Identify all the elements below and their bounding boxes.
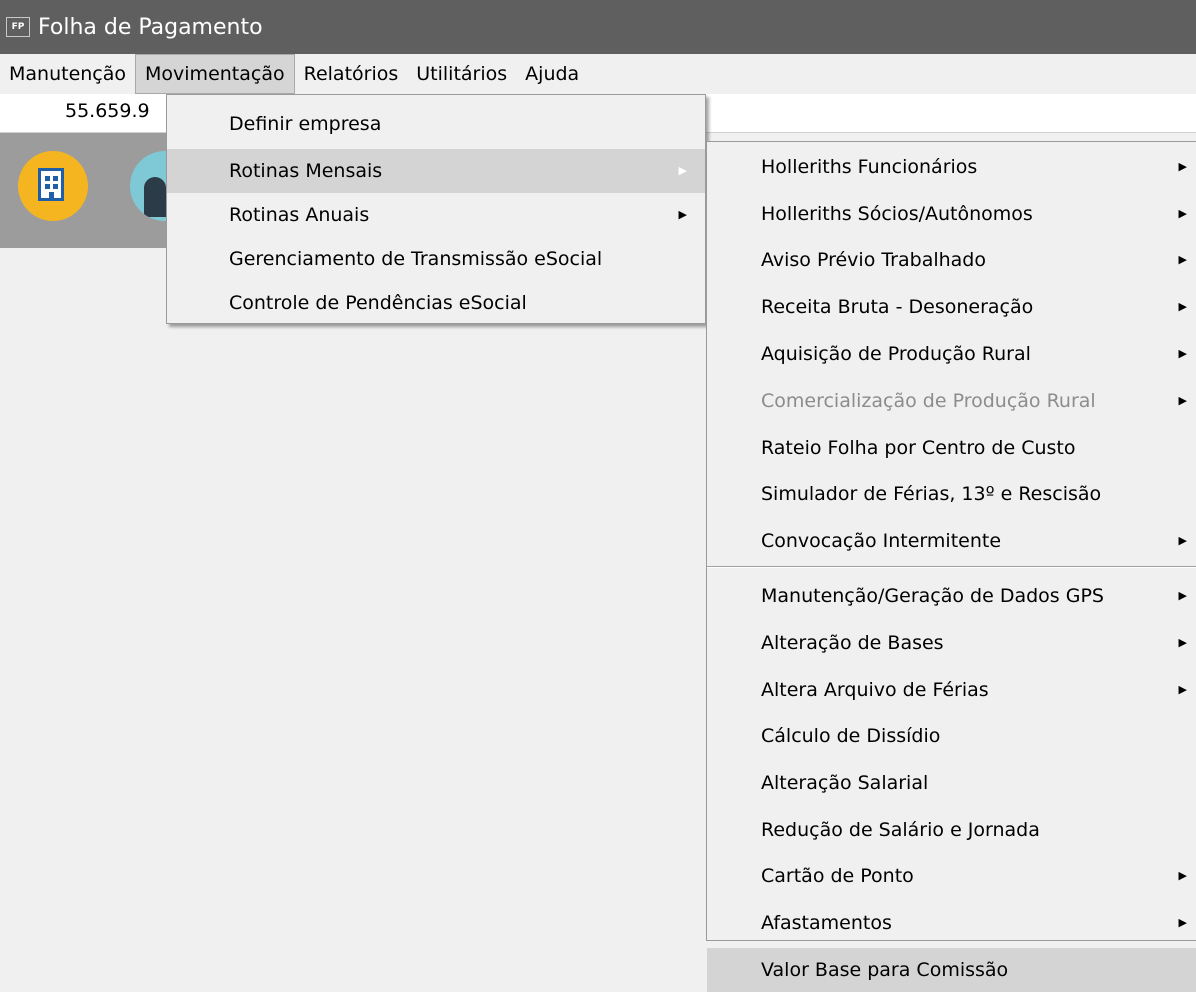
submenu-arrow-icon: ▶: [1178, 347, 1187, 360]
submenu-arrow-icon: ▶: [1178, 869, 1187, 882]
submenu-item[interactable]: Aviso Prévio Trabalhado ▶: [707, 238, 1196, 282]
submenu-item[interactable]: Holleriths Sócios/Autônomos ▶: [707, 192, 1196, 236]
submenu-arrow-icon: ▶: [1178, 207, 1187, 220]
menu-movimentacao[interactable]: Movimentação: [135, 54, 295, 94]
submenu-arrow-icon: ▶: [1178, 253, 1187, 266]
window-title: Folha de Pagamento: [38, 14, 263, 40]
company-cnpj: 55.659.9: [65, 100, 150, 122]
submenu-item[interactable]: Afastamentos ▶: [707, 901, 1196, 945]
menu-bar: Manutenção Movimentação Relatórios Utili…: [0, 54, 1196, 94]
menu-item-gerenciamento-esocial[interactable]: Gerenciamento de Transmissão eSocial: [167, 237, 705, 281]
submenu-arrow-icon: ▶: [1178, 683, 1187, 696]
submenu-arrow-icon: ▶: [1178, 160, 1187, 173]
submenu-item-highlighted[interactable]: Valor Base para Comissão: [707, 948, 1196, 992]
rotinas-mensais-submenu: Holleriths Funcionários ▶ Holleriths Sóc…: [706, 141, 1196, 992]
submenu-arrow-icon: ▶: [1178, 589, 1187, 602]
submenu-arrow-icon: ▶: [1178, 394, 1187, 407]
submenu-item-disabled: Comercialização de Produção Rural ▶: [707, 379, 1196, 423]
title-bar: FP Folha de Pagamento: [0, 0, 1196, 54]
menu-item-definir-empresa[interactable]: Definir empresa: [167, 102, 705, 146]
submenu-arrow-icon: ▶: [678, 208, 687, 221]
submenu-item[interactable]: Receita Bruta - Desoneração ▶: [707, 285, 1196, 329]
submenu-item[interactable]: Simulador de Férias, 13º e Rescisão: [707, 472, 1196, 516]
submenu-item[interactable]: Holleriths Funcionários ▶: [707, 145, 1196, 189]
submenu-item[interactable]: Manutenção/Geração de Dados GPS ▶: [707, 574, 1196, 618]
submenu-item[interactable]: Aquisição de Produção Rural ▶: [707, 332, 1196, 376]
menu-separator: [707, 566, 1196, 568]
menu-item-rotinas-anuais[interactable]: Rotinas Anuais ▶: [167, 193, 705, 237]
submenu-item[interactable]: Cálculo de Dissídio: [707, 714, 1196, 758]
app-icon: FP: [6, 17, 30, 37]
submenu-arrow-icon: ▶: [1178, 916, 1187, 929]
submenu-arrow-icon: ▶: [1178, 300, 1187, 313]
submenu-item[interactable]: Alteração de Bases ▶: [707, 621, 1196, 665]
submenu-arrow-icon: ▶: [1178, 534, 1187, 547]
menu-item-controle-pendencias[interactable]: Controle de Pendências eSocial: [167, 281, 705, 325]
submenu-item[interactable]: Rateio Folha por Centro de Custo: [707, 426, 1196, 470]
movimentacao-dropdown: Definir empresa Rotinas Mensais ▶ Rotina…: [166, 94, 706, 324]
submenu-item[interactable]: Alteração Salarial: [707, 761, 1196, 805]
submenu-item[interactable]: Cartão de Ponto ▶: [707, 854, 1196, 898]
submenu-item[interactable]: Redução de Salário e Jornada: [707, 808, 1196, 852]
menu-item-rotinas-mensais[interactable]: Rotinas Mensais ▶: [167, 149, 705, 193]
menu-ajuda[interactable]: Ajuda: [516, 54, 588, 94]
submenu-arrow-icon: ▶: [678, 164, 687, 177]
submenu-item[interactable]: Convocação Intermitente ▶: [707, 519, 1196, 563]
menu-relatorios[interactable]: Relatórios: [295, 54, 408, 94]
building-icon[interactable]: [18, 151, 88, 221]
submenu-item[interactable]: Altera Arquivo de Férias ▶: [707, 668, 1196, 712]
menu-manutencao[interactable]: Manutenção: [0, 54, 135, 94]
menu-utilitarios[interactable]: Utilitários: [407, 54, 516, 94]
toolbar: [0, 133, 200, 248]
submenu-arrow-icon: ▶: [1178, 636, 1187, 649]
